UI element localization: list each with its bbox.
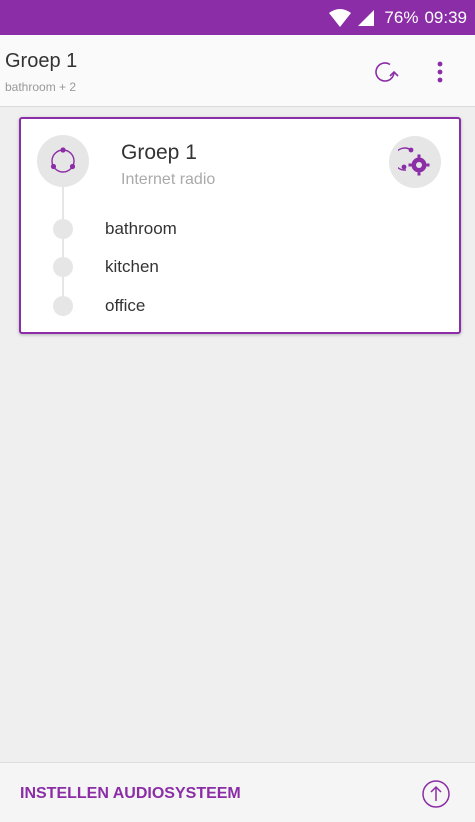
group-settings-icon	[398, 147, 430, 176]
group-settings-button[interactable]	[389, 136, 441, 188]
group-source: Internet radio	[121, 171, 216, 188]
status-bar: 76% 09:39	[0, 0, 475, 35]
room-item-office[interactable]: office	[53, 296, 145, 316]
group-title: Groep 1	[121, 141, 197, 164]
more-vert-icon[interactable]	[430, 57, 450, 87]
room-item-kitchen[interactable]: kitchen	[53, 257, 159, 277]
room-indicator	[53, 257, 73, 277]
room-label: office	[105, 296, 146, 315]
room-label: kitchen	[105, 257, 159, 276]
status-icons	[328, 8, 376, 28]
group-card[interactable]: Groep 1 Internet radio bathroom kitchen …	[19, 117, 461, 334]
group-icon	[50, 147, 76, 173]
room-indicator	[53, 219, 73, 239]
wifi-icon	[329, 8, 352, 27]
group-avatar	[37, 135, 89, 187]
setup-audio-system-button[interactable]: INSTELLEN AUDIOSYSTEEM	[20, 785, 241, 803]
room-tree-line	[62, 187, 64, 305]
bottom-bar: INSTELLEN AUDIOSYSTEEM	[0, 762, 475, 822]
page-title: Groep 1	[5, 50, 78, 72]
refresh-icon[interactable]	[370, 57, 400, 87]
room-item-bathroom[interactable]: bathroom	[53, 219, 177, 239]
room-label: bathroom	[105, 219, 177, 238]
upload-icon[interactable]	[421, 779, 451, 809]
room-indicator	[53, 296, 73, 316]
signal-icon	[358, 9, 375, 26]
clock: 09:39	[424, 7, 467, 27]
page-subtitle: bathroom + 2	[5, 80, 77, 94]
battery-level: 76%	[384, 7, 419, 27]
app-bar: Groep 1 bathroom + 2	[0, 35, 475, 107]
